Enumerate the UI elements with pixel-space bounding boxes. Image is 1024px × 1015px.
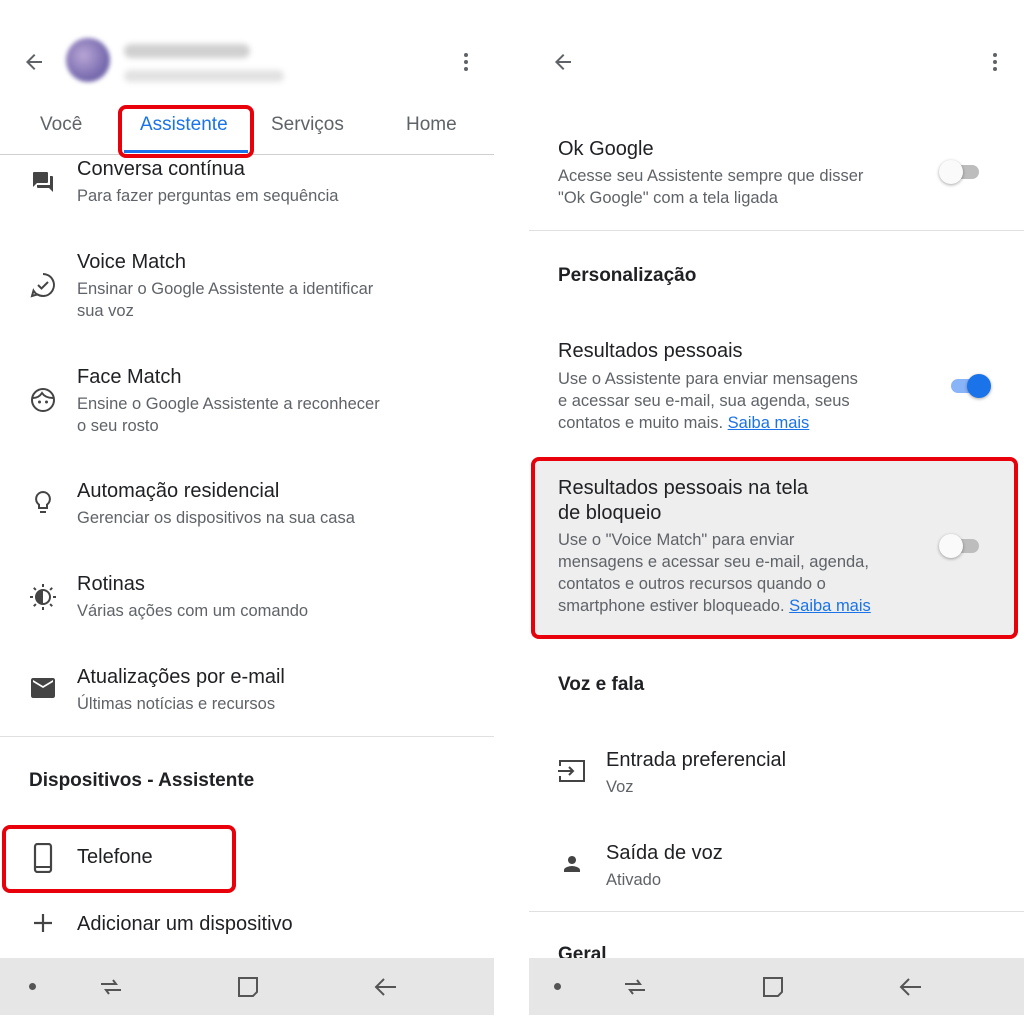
item-title: Voice Match	[77, 251, 186, 273]
setting-title: Ok Google	[558, 138, 654, 160]
setting-desc-line2: e acessar seu e-mail, sua agenda, seus	[558, 392, 850, 410]
nav-dot-icon	[29, 983, 36, 990]
plus-icon	[34, 914, 52, 932]
item-title: Automação residencial	[77, 480, 280, 502]
home-square-icon[interactable]	[235, 974, 261, 1000]
chat-icon	[33, 172, 53, 192]
item-subtitle-line2: sua voz	[77, 302, 134, 320]
mail-icon	[31, 678, 55, 698]
ok-google-toggle[interactable]	[939, 158, 983, 186]
item-subtitle-line2: o seu rosto	[77, 417, 159, 435]
recents-icon[interactable]	[98, 974, 124, 1000]
setting-value: Voz	[606, 778, 634, 796]
section-divider	[0, 736, 494, 737]
tab-servicos[interactable]: Serviços	[271, 114, 344, 136]
item-title: Rotinas	[77, 573, 145, 595]
annotation-box-lock-screen	[531, 457, 1018, 639]
item-subtitle: Para fazer perguntas em sequência	[77, 187, 339, 205]
setting-title: Entrada preferencial	[606, 749, 787, 771]
more-vert-icon[interactable]	[983, 50, 1007, 74]
section-personalizacao: Personalização	[558, 265, 697, 286]
input-icon	[558, 760, 585, 782]
system-nav-bar	[0, 958, 494, 1015]
nav-dot-icon	[554, 983, 561, 990]
account-name-blurred	[124, 44, 250, 58]
item-title: Face Match	[77, 366, 182, 388]
back-arrow-icon[interactable]	[22, 50, 46, 74]
right-screen: Ok Google Acesse seu Assistente sempre q…	[529, 0, 1024, 1015]
tab-voce[interactable]: Você	[40, 114, 82, 136]
home-square-icon[interactable]	[760, 974, 786, 1000]
item-subtitle: Várias ações com um comando	[77, 602, 309, 620]
setting-desc-line2: "Ok Google" com a tela ligada	[558, 189, 778, 207]
setting-title: Resultados pessoais	[558, 340, 743, 362]
setting-value: Ativado	[606, 871, 662, 889]
tab-home[interactable]: Home	[406, 114, 457, 136]
personal-results-toggle[interactable]	[947, 372, 991, 400]
left-screen: Você Assistente Serviços Home Conversa c…	[0, 0, 494, 1015]
item-title: Conversa contínua	[77, 158, 245, 180]
section-divider	[529, 230, 1024, 231]
person-icon	[564, 856, 580, 872]
routines-icon	[30, 584, 56, 610]
setting-desc-line1: Use o Assistente para enviar mensagens	[558, 370, 858, 388]
item-subtitle: Últimas notícias e recursos	[77, 695, 276, 713]
section-divider	[529, 911, 1024, 912]
setting-title: Saída de voz	[606, 842, 723, 864]
item-title: Adicionar um dispositivo	[77, 913, 293, 935]
nav-back-icon[interactable]	[373, 974, 399, 1000]
lightbulb-icon	[35, 490, 51, 513]
face-icon	[31, 388, 55, 412]
account-email-blurred	[124, 70, 284, 82]
setting-desc-line1: Acesse seu Assistente sempre que disser	[558, 167, 864, 185]
avatar[interactable]	[66, 38, 110, 82]
item-title: Atualizações por e-mail	[77, 666, 285, 688]
item-subtitle: Gerenciar os dispositivos na sua casa	[77, 509, 355, 527]
setting-desc-line3: contatos e muito mais. Saiba mais	[558, 412, 809, 434]
item-subtitle-line1: Ensinar o Google Assistente a identifica…	[77, 280, 374, 298]
annotation-box-telefone	[2, 825, 236, 893]
voice-match-icon	[30, 273, 55, 298]
setting-desc-text: contatos e muito mais.	[558, 414, 724, 432]
section-voz-e-fala: Voz e fala	[558, 674, 645, 695]
saiba-mais-link[interactable]: Saiba mais	[728, 414, 810, 432]
annotation-box-assistente	[118, 105, 254, 158]
system-nav-bar	[529, 958, 1024, 1015]
recents-icon[interactable]	[622, 974, 648, 1000]
nav-back-icon[interactable]	[898, 974, 924, 1000]
item-subtitle-line1: Ensine o Google Assistente a reconhecer	[77, 395, 380, 413]
back-arrow-icon[interactable]	[551, 50, 575, 74]
section-dispositivos-assistente: Dispositivos - Assistente	[29, 770, 255, 791]
more-vert-icon[interactable]	[454, 50, 478, 74]
